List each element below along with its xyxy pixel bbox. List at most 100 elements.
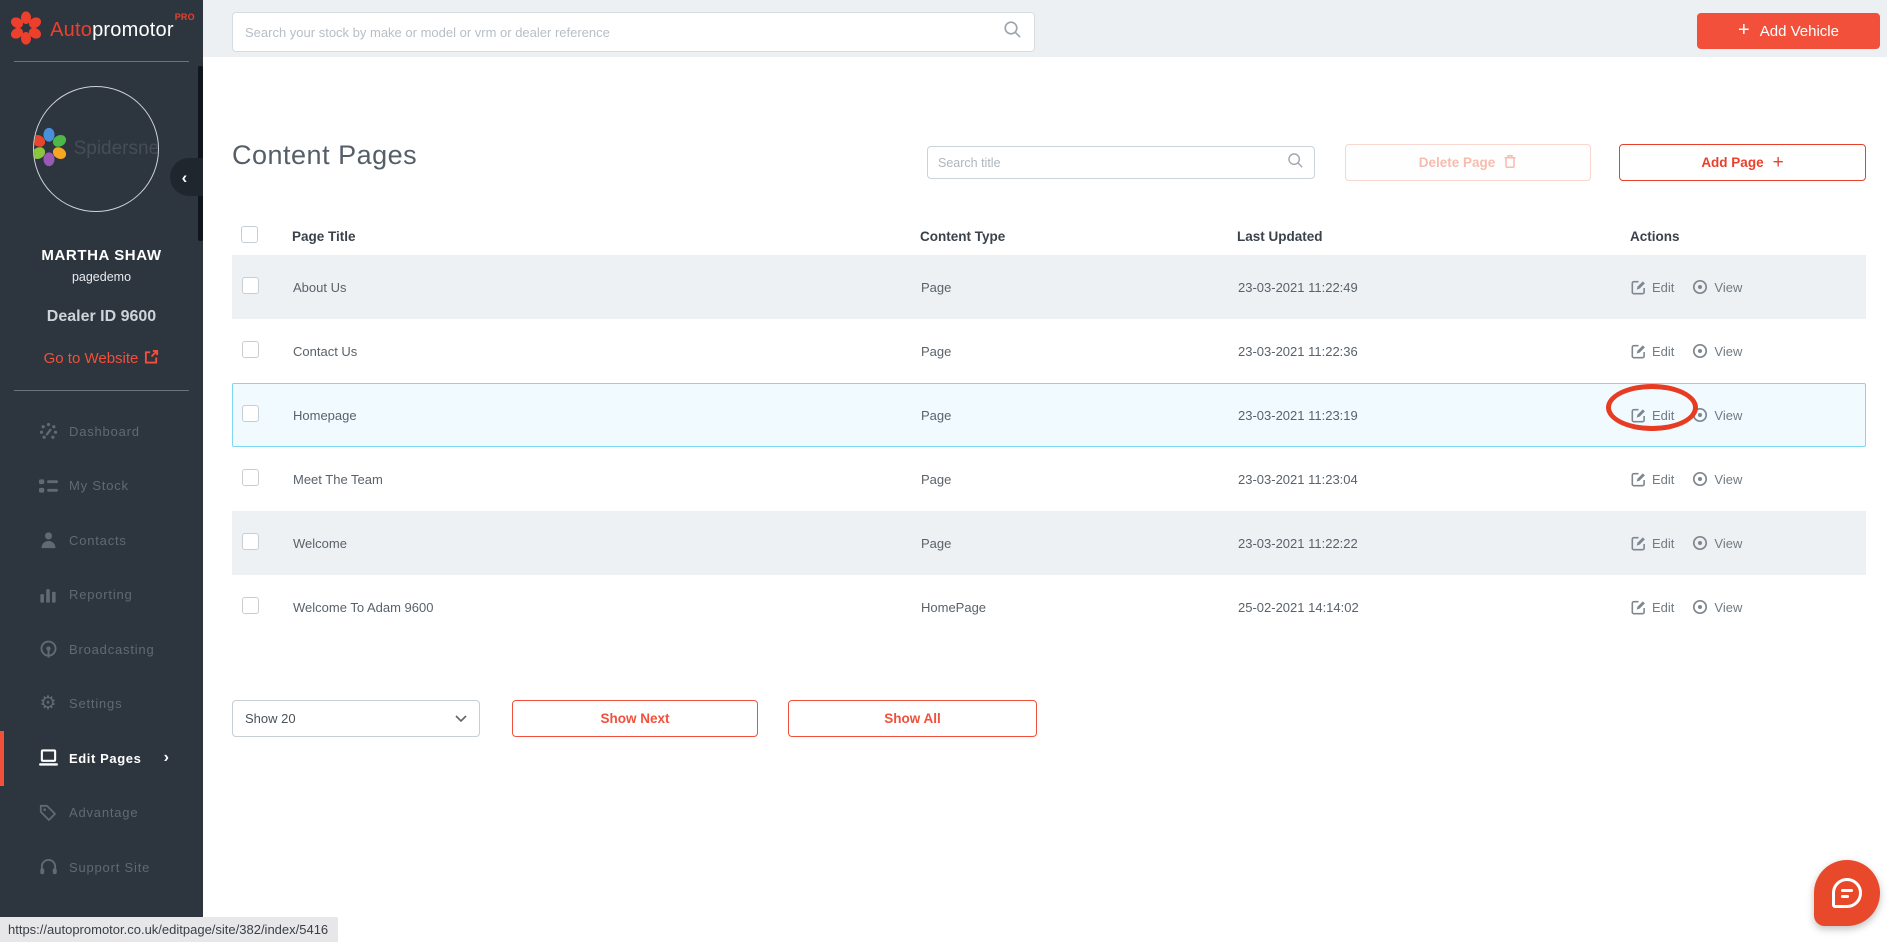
sidebar-scrollbar[interactable] [198,66,203,241]
content-type-cell: Page [921,344,1238,359]
select-all-checkbox[interactable] [241,226,258,243]
sidebar-item-edit-pages[interactable]: Edit Pages › [0,731,203,786]
chevron-down-icon [455,711,467,726]
edit-action[interactable]: Edit [1631,536,1674,551]
last-updated-cell: 23-03-2021 11:22:49 [1238,280,1631,295]
plus-icon: + [1773,152,1784,174]
table-row[interactable]: Welcome Page 23-03-2021 11:22:22 Edit Vi… [232,511,1866,575]
edit-action[interactable]: Edit [1631,280,1674,295]
row-checkbox[interactable] [242,533,259,550]
avatar-brand-text: Spidersnet [74,138,159,160]
view-action[interactable]: View [1692,407,1742,423]
statusbar-link-preview: https://autopromotor.co.uk/editpage/site… [0,917,338,942]
edit-label: Edit [1652,472,1674,487]
sidebar-item-label: Support Site [69,860,150,875]
show-count-value: Show 20 [245,711,296,726]
search-icon[interactable] [1287,152,1304,174]
table-row[interactable]: Welcome To Adam 9600 HomePage 25-02-2021… [232,575,1866,639]
edit-label: Edit [1652,280,1674,295]
sidebar-item-dashboard[interactable]: Dashboard [0,404,203,459]
row-checkbox[interactable] [242,597,259,614]
column-header-content-type: Content Type [920,229,1237,244]
stock-search-box [232,12,1035,52]
stock-list-icon [36,478,60,494]
edit-action[interactable]: Edit [1631,344,1674,359]
row-checkbox[interactable] [242,405,259,422]
chat-widget-button[interactable] [1814,860,1880,926]
sidebar-item-reporting[interactable]: Reporting [0,568,203,623]
chat-icon [1832,878,1862,908]
edit-label: Edit [1652,600,1674,615]
search-icon[interactable] [1003,20,1022,44]
column-header-actions: Actions [1630,229,1866,244]
bar-chart-icon [36,586,60,604]
delete-page-button[interactable]: Delete Page [1345,144,1591,181]
page-title: Content Pages [232,140,417,171]
sidebar-item-support-site[interactable]: Support Site [0,840,203,895]
last-updated-cell: 23-03-2021 11:22:36 [1238,344,1631,359]
view-action[interactable]: View [1692,535,1742,551]
title-search-input[interactable] [938,156,1287,170]
spidersnet-flower-icon [33,126,70,173]
show-count-select[interactable]: Show 20 [232,700,480,737]
dealer-id: Dealer ID 9600 [0,308,203,326]
column-header-last-updated: Last Updated [1237,229,1630,244]
view-action[interactable]: View [1692,343,1742,359]
sidebar-item-my-stock[interactable]: My Stock [0,459,203,514]
main-content: Content Pages Delete Page Add Page + Pag… [203,57,1887,942]
table-row-highlighted[interactable]: Homepage Page 23-03-2021 11:23:19 Edit V… [232,383,1866,447]
sidebar-collapse-button[interactable]: ‹ [170,158,203,196]
gear-icon: ⚙ [36,694,60,713]
sidebar-item-label: Reporting [69,587,133,602]
sidebar-divider [14,390,189,391]
sidebar-divider [14,61,189,62]
headset-icon [36,858,60,876]
table-header-row: Page Title Content Type Last Updated Act… [232,218,1866,255]
edit-action[interactable]: Edit [1631,472,1674,487]
edit-action[interactable]: Edit [1631,408,1674,423]
go-to-website-label: Go to Website [44,350,139,367]
sidebar: AutopromotorPRO Spidersnet ‹ MARTHA SHAW… [0,0,203,942]
last-updated-cell: 23-03-2021 11:23:19 [1238,408,1631,423]
add-vehicle-label: Add Vehicle [1760,23,1839,40]
row-checkbox[interactable] [242,341,259,358]
show-next-button[interactable]: Show Next [512,700,758,737]
show-all-button[interactable]: Show All [788,700,1037,737]
external-link-icon [144,349,159,368]
page-title-cell: Welcome To Adam 9600 [293,600,921,615]
page-title-cell: About Us [293,280,921,295]
view-action[interactable]: View [1692,471,1742,487]
go-to-website-link[interactable]: Go to Website [0,349,203,368]
table-row[interactable]: Contact Us Page 23-03-2021 11:22:36 Edit… [232,319,1866,383]
brand-flower-icon [8,10,44,51]
sidebar-item-settings[interactable]: ⚙ Settings [0,677,203,732]
chevron-right-icon: › [164,749,169,767]
sidebar-item-contacts[interactable]: Contacts [0,513,203,568]
sidebar-item-broadcasting[interactable]: Broadcasting [0,622,203,677]
view-action[interactable]: View [1692,279,1742,295]
sidebar-item-advantage[interactable]: Advantage [0,786,203,841]
content-type-cell: Page [921,536,1238,551]
edit-label: Edit [1652,344,1674,359]
dealer-avatar: Spidersnet [33,86,159,212]
view-action[interactable]: View [1692,599,1742,615]
table-row[interactable]: About Us Page 23-03-2021 11:22:49 Edit V… [232,255,1866,319]
add-page-button[interactable]: Add Page + [1619,144,1866,181]
content-pages-table: Page Title Content Type Last Updated Act… [232,218,1866,639]
chevron-left-icon: ‹ [182,169,188,186]
edit-action[interactable]: Edit [1631,600,1674,615]
row-checkbox[interactable] [242,469,259,486]
table-row[interactable]: Meet The Team Page 23-03-2021 11:23:04 E… [232,447,1866,511]
view-label: View [1714,280,1742,295]
last-updated-cell: 23-03-2021 11:22:22 [1238,536,1631,551]
brand-logo[interactable]: AutopromotorPRO [0,10,203,51]
stock-search-input[interactable] [245,25,1003,40]
last-updated-cell: 25-02-2021 14:14:02 [1238,600,1631,615]
page-title-cell: Homepage [293,408,921,423]
content-type-cell: HomePage [921,600,1238,615]
add-vehicle-button[interactable]: + Add Vehicle [1697,13,1880,49]
row-checkbox[interactable] [242,277,259,294]
trash-icon [1503,154,1517,172]
sidebar-item-label: Advantage [69,805,138,820]
brand-name: AutopromotorPRO [50,19,195,42]
